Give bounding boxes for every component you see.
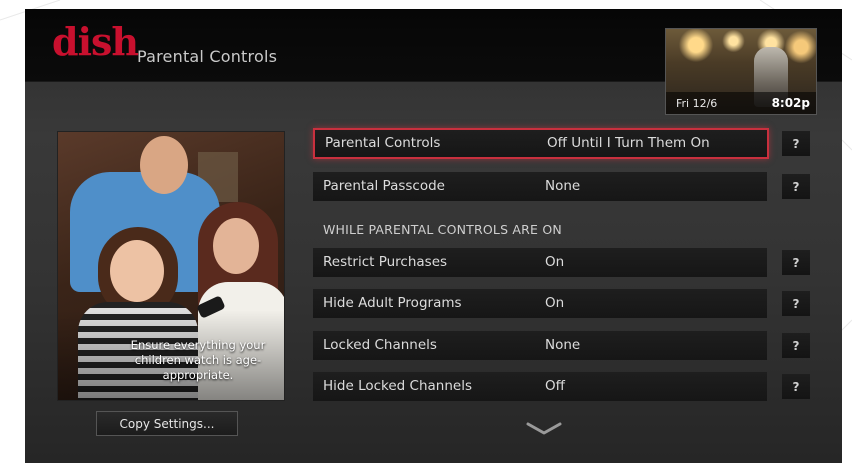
question-mark-icon: ? (792, 338, 800, 353)
tv-screen: dish Parental Controls Fri 12/6 8:02p En… (25, 9, 842, 463)
preview-background (666, 29, 816, 69)
photo-person (110, 240, 164, 302)
copy-settings-button[interactable]: Copy Settings... (96, 411, 238, 436)
preview-time: 8:02p (771, 96, 810, 110)
chevron-down-icon[interactable] (524, 420, 564, 438)
question-mark-icon: ? (792, 179, 800, 194)
setting-value: On (545, 254, 565, 270)
help-button-hide-locked-channels[interactable]: ? (782, 374, 810, 399)
help-button-restrict-purchases[interactable]: ? (782, 250, 810, 275)
question-mark-icon: ? (792, 379, 800, 394)
help-button-parental-controls[interactable]: ? (782, 131, 810, 156)
photo-person (140, 136, 188, 194)
setting-value: None (545, 178, 581, 194)
setting-label: Restrict Purchases (323, 254, 448, 270)
setting-label: Parental Controls (325, 135, 441, 151)
question-mark-icon: ? (792, 296, 800, 311)
section-heading: WHILE PARENTAL CONTROLS ARE ON (323, 222, 562, 237)
question-mark-icon: ? (792, 255, 800, 270)
preview-date: Fri 12/6 (676, 97, 718, 110)
setting-value: Off (545, 378, 565, 394)
photo-person (213, 218, 259, 274)
photo-caption: Ensure everything your children watch is… (130, 338, 266, 382)
setting-label: Parental Passcode (323, 178, 445, 194)
setting-label: Hide Adult Programs (323, 295, 462, 311)
live-tv-preview[interactable]: Fri 12/6 8:02p (665, 28, 817, 115)
help-button-parental-passcode[interactable]: ? (782, 174, 810, 199)
setting-row-hide-locked-channels[interactable]: Hide Locked Channels Off (313, 372, 767, 401)
setting-row-locked-channels[interactable]: Locked Channels None (313, 331, 767, 360)
setting-label: Locked Channels (323, 337, 437, 353)
setting-label: Hide Locked Channels (323, 378, 472, 394)
family-photo: Ensure everything your children watch is… (57, 131, 285, 401)
help-button-hide-adult-programs[interactable]: ? (782, 291, 810, 316)
help-button-locked-channels[interactable]: ? (782, 333, 810, 358)
question-mark-icon: ? (792, 136, 800, 151)
dish-logo: dish (52, 19, 139, 64)
setting-value: None (545, 337, 581, 353)
setting-row-hide-adult-programs[interactable]: Hide Adult Programs On (313, 289, 767, 318)
setting-row-restrict-purchases[interactable]: Restrict Purchases On (313, 248, 767, 277)
setting-row-parental-controls[interactable]: Parental Controls Off Until I Turn Them … (313, 128, 769, 159)
setting-value: On (545, 295, 565, 311)
setting-row-parental-passcode[interactable]: Parental Passcode None (313, 172, 767, 201)
setting-value: Off Until I Turn Them On (547, 135, 710, 151)
page-title: Parental Controls (137, 47, 278, 66)
